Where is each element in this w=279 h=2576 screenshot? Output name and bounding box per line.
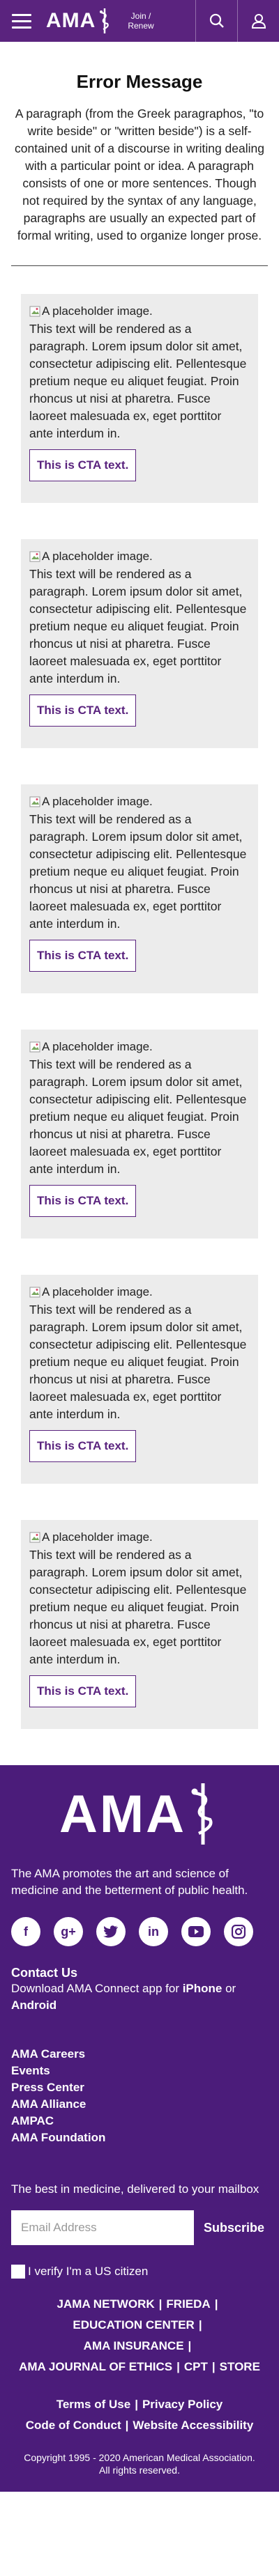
broken-image-icon	[29, 796, 40, 807]
website-accessibility-link[interactable]: Website Accessibility	[133, 2419, 253, 2432]
subscribe-button[interactable]: Subscribe	[204, 2221, 264, 2235]
cta-button[interactable]: This is CTA text.	[29, 1675, 137, 1707]
cta-button[interactable]: This is CTA text.	[29, 1185, 137, 1217]
staff-of-aesculapius-icon	[100, 8, 110, 33]
code-of-conduct-link[interactable]: Code of Conduct	[26, 2419, 121, 2432]
footer-link-foundation[interactable]: AMA Foundation	[11, 2129, 268, 2146]
error-title: Error Message	[76, 71, 203, 92]
network-link-insurance[interactable]: AMA INSURANCE	[84, 2339, 184, 2352]
email-field[interactable]	[11, 2210, 194, 2245]
us-citizen-label: I verify I'm a US citizen	[28, 2265, 149, 2278]
broken-image-icon	[29, 1041, 40, 1053]
network-link-education-center[interactable]: EDUCATION CENTER	[73, 2318, 194, 2331]
network-link-cpt[interactable]: CPT	[184, 2360, 208, 2373]
content-card: A placeholder image. This text will be r…	[21, 294, 258, 503]
site-header: AMA Join / Renew	[0, 0, 279, 42]
card-text: This text will be rendered as a paragrap…	[29, 812, 247, 931]
join-renew-link[interactable]: Join / Renew	[128, 11, 153, 31]
legal-links: Terms of Use | Privacy Policy Code of Cond…	[25, 2398, 254, 2432]
card-list: A placeholder image. This text will be r…	[0, 294, 279, 1729]
footer-link-ampac[interactable]: AMPAC	[11, 2113, 268, 2129]
footer-link-alliance[interactable]: AMA Alliance	[11, 2096, 268, 2113]
social-links: f g+ in	[11, 1917, 268, 1946]
terms-of-use-link[interactable]: Terms of Use	[56, 2398, 130, 2411]
cta-button[interactable]: This is CTA text.	[29, 449, 137, 481]
cta-button[interactable]: This is CTA text.	[29, 695, 137, 727]
footer-link-events[interactable]: Events	[11, 2063, 268, 2079]
network-link-jama[interactable]: JAMA NETWORK	[57, 2297, 155, 2311]
youtube-icon[interactable]	[181, 1917, 211, 1946]
footer-ama-logo[interactable]: AMA	[11, 1765, 268, 1847]
staff-of-aesculapius-icon	[191, 1783, 213, 1845]
content-card: A placeholder image. This text will be r…	[21, 1030, 258, 1239]
privacy-policy-link[interactable]: Privacy Policy	[142, 2398, 223, 2411]
content-card: A placeholder image. This text will be r…	[21, 539, 258, 748]
ama-logo[interactable]: AMA	[43, 0, 112, 42]
hamburger-icon[interactable]	[0, 0, 43, 42]
network-links: JAMA NETWORK | FRIEDA | EDUCATION CENTER | A…	[19, 2297, 260, 2373]
contact-us-link[interactable]: Contact Us	[11, 1966, 268, 1980]
footer-link-careers[interactable]: AMA Careers	[11, 2046, 268, 2063]
linkedin-icon[interactable]: in	[139, 1917, 168, 1946]
card-text: This text will be rendered as a paragrap…	[29, 322, 247, 440]
site-footer: AMA The AMA promotes the art and science…	[0, 1765, 279, 2492]
instagram-icon[interactable]	[224, 1917, 253, 1946]
card-text: This text will be rendered as a paragrap…	[29, 1303, 247, 1421]
facebook-icon[interactable]: f	[11, 1917, 40, 1946]
error-section: Error Message A paragraph (from the Gree…	[0, 42, 279, 265]
twitter-icon[interactable]	[96, 1917, 126, 1946]
content-card: A placeholder image. This text will be r…	[21, 1520, 258, 1729]
broken-image-icon	[29, 1532, 40, 1543]
network-link-store[interactable]: STORE	[220, 2360, 260, 2373]
footer-links: AMA Careers Events Press Center AMA Alli…	[11, 2046, 268, 2146]
network-link-journal-of-ethics[interactable]: AMA JOURNAL OF ETHICS	[19, 2360, 172, 2373]
copyright: Copyright 1995 - 2020 American Medical A…	[24, 2452, 255, 2476]
card-text: This text will be rendered as a paragrap…	[29, 1548, 247, 1666]
card-text: This text will be rendered as a paragrap…	[29, 1057, 247, 1176]
placeholder-image: A placeholder image.	[29, 549, 248, 564]
cta-button[interactable]: This is CTA text.	[29, 1430, 137, 1462]
footer-link-press-center[interactable]: Press Center	[11, 2079, 268, 2096]
cta-button[interactable]: This is CTA text.	[29, 940, 137, 972]
iphone-app-link[interactable]: iPhone	[183, 1982, 223, 1995]
placeholder-image: A placeholder image.	[29, 1285, 248, 1300]
mission-statement: The AMA promotes the art and science of …	[11, 1867, 248, 1897]
network-link-frieda[interactable]: FRIEDA	[166, 2297, 210, 2311]
download-app-text: Download AMA Connect app for iPhone or A…	[11, 1982, 236, 2012]
error-body: A paragraph (from the Greek paragraphos,…	[15, 107, 264, 242]
card-text: This text will be rendered as a paragrap…	[29, 567, 247, 685]
content-card: A placeholder image. This text will be r…	[21, 784, 258, 993]
placeholder-image: A placeholder image.	[29, 1530, 248, 1545]
us-citizen-checkbox-row: I verify I'm a US citizen	[11, 2265, 268, 2279]
search-icon[interactable]	[195, 0, 237, 42]
content-card: A placeholder image. This text will be r…	[21, 1275, 258, 1484]
placeholder-image: A placeholder image.	[29, 1039, 248, 1055]
android-app-link[interactable]: Android	[11, 1999, 56, 2012]
user-icon[interactable]	[237, 0, 279, 42]
divider	[11, 265, 268, 266]
placeholder-image: A placeholder image.	[29, 794, 248, 809]
broken-image-icon	[29, 1287, 40, 1298]
broken-image-icon	[29, 306, 40, 317]
broken-image-icon	[29, 551, 40, 562]
google-plus-icon[interactable]: g+	[54, 1917, 83, 1946]
placeholder-image: A placeholder image.	[29, 304, 248, 319]
newsletter-text: The best in medicine, delivered to your …	[11, 2182, 259, 2196]
subscribe-form: Subscribe	[11, 2210, 268, 2245]
us-citizen-checkbox[interactable]	[11, 2265, 25, 2279]
